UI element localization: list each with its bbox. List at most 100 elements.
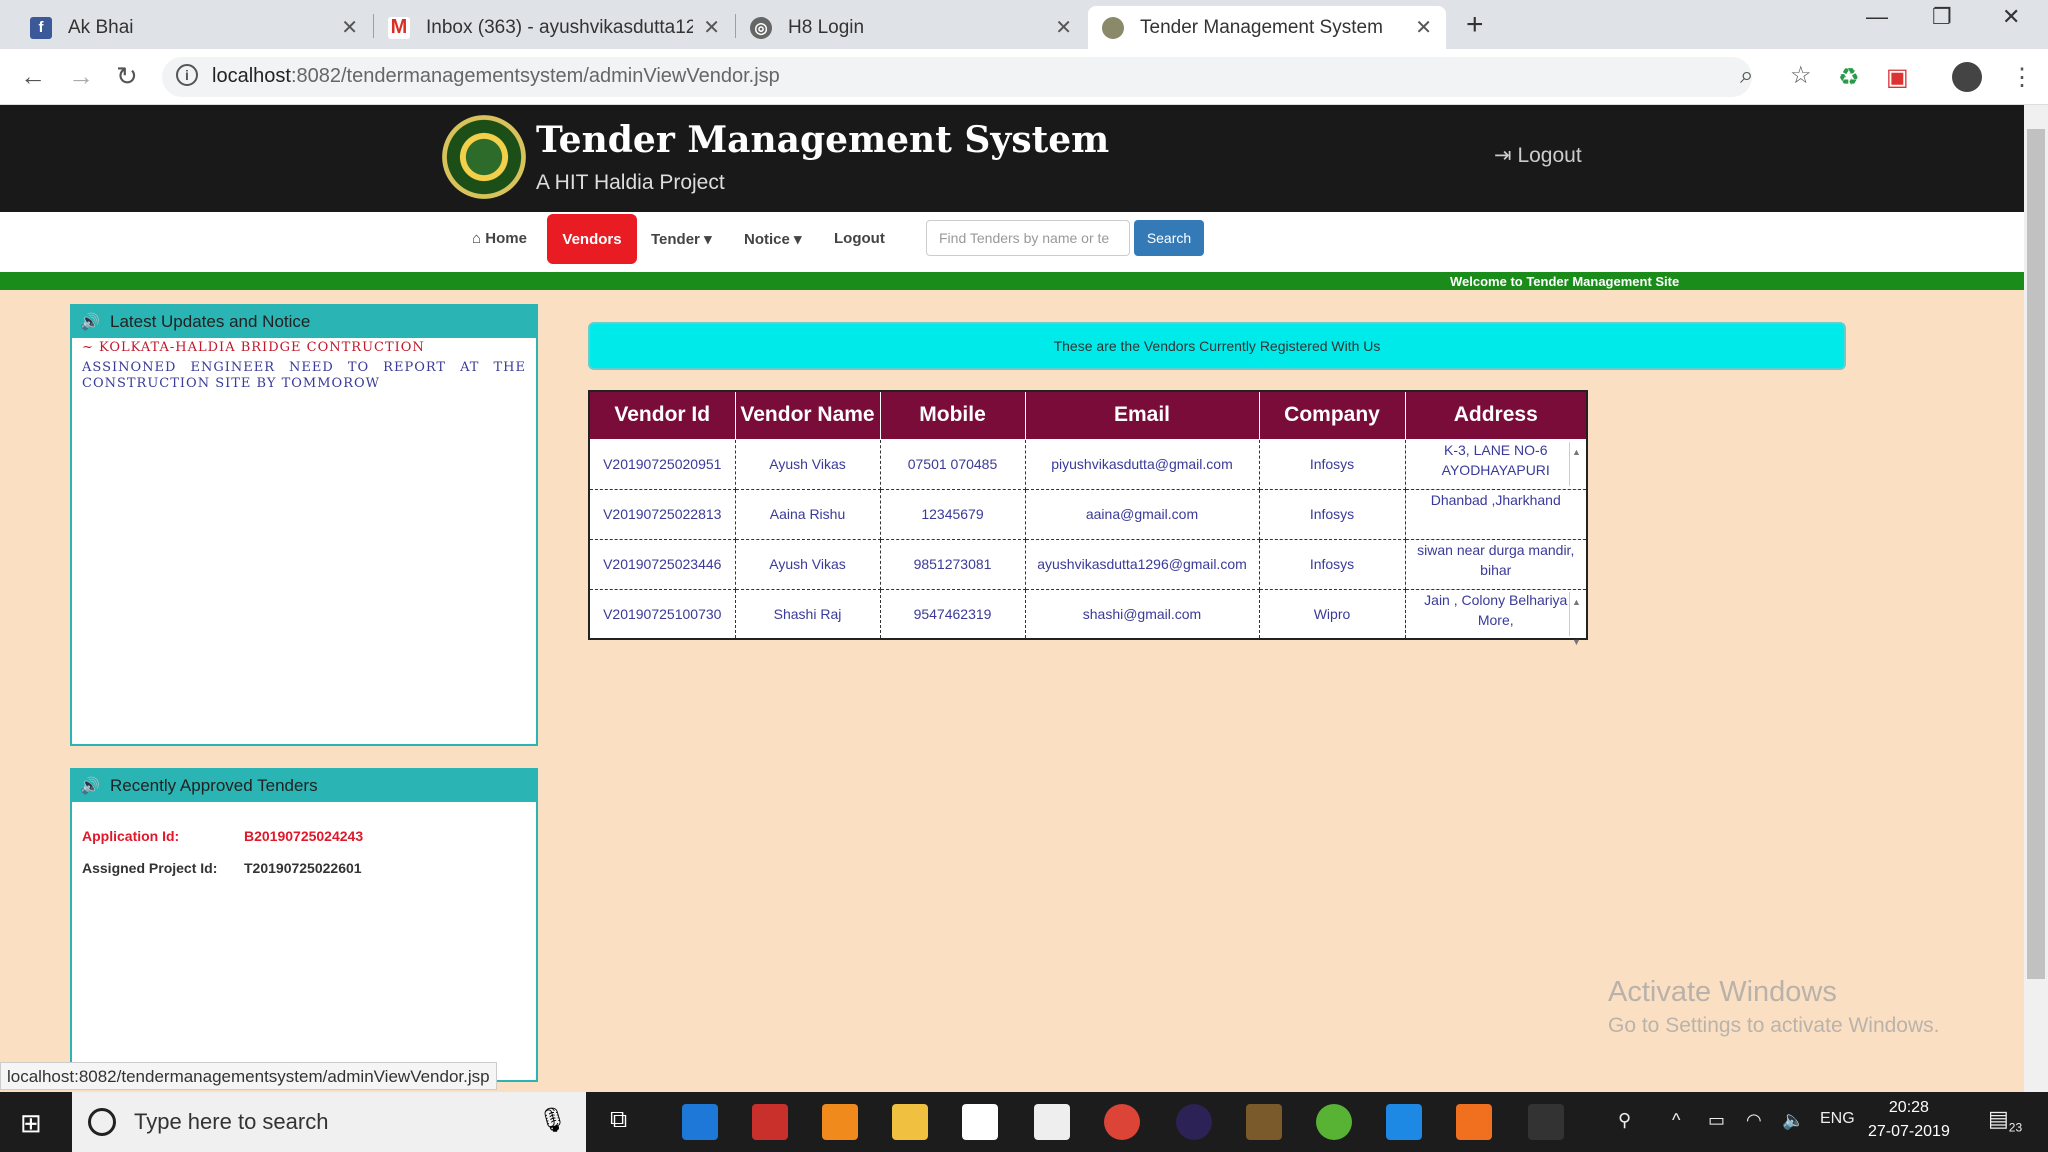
mobile-cell: 12345679 [879,488,1026,540]
email-cell: piyushvikasdutta@gmail.com [1024,438,1260,490]
eclipse-icon[interactable] [1176,1104,1212,1140]
wifi-icon[interactable]: ◠ [1746,1110,1762,1131]
utorrent-icon[interactable] [1316,1104,1352,1140]
search-input[interactable]: Find Tenders by name or te [926,220,1130,256]
extension-video-icon[interactable]: ▣ [1886,63,1909,92]
col-vendor-name: Vendor Name [734,390,881,440]
zoom-icon[interactable]: ⌕ [1740,62,1753,90]
address-bar: ← → ↻ i localhost:8082/tendermanagements… [0,49,2048,105]
app-icon[interactable] [752,1104,788,1140]
address-textarea[interactable]: Dhanbad ,Jharkhand [1404,488,1588,540]
vendor-table: Vendor Id Vendor Name Mobile Email Compa… [588,390,1588,647]
close-icon[interactable]: ✕ [341,15,358,40]
tab-tender-management[interactable]: Tender Management System ✕ [1088,6,1446,49]
file-explorer-icon[interactable] [892,1104,928,1140]
col-mobile: Mobile [879,390,1026,440]
notices-panel: 🔊 Latest Updates and Notice ~ KOLKATA-HAL… [70,304,538,746]
star-icon[interactable]: ☆ [1790,61,1812,90]
taskbar-search-placeholder: Type here to search [134,1109,329,1134]
tab-facebook[interactable]: f Ak Bhai ✕ [16,6,372,49]
nox-icon[interactable] [1528,1104,1564,1140]
store-icon[interactable] [962,1104,998,1140]
approved-header: 🔊 Recently Approved Tenders [72,770,536,802]
vendor-id-cell[interactable]: V20190725022813 [588,488,736,540]
tab-gmail[interactable]: M Inbox (363) - ayushvikasdutta129 ✕ [374,6,734,49]
volume-icon[interactable]: 🔈 [1782,1110,1804,1131]
approved-panel: 🔊 Recently Approved Tenders Application I… [70,768,538,1082]
app-icon[interactable] [1246,1104,1282,1140]
vendors-banner: These are the Vendors Currently Register… [588,322,1846,370]
address-textarea[interactable]: Jain , Colony Belhariya More, ▲ ▼ [1404,588,1588,647]
url-field[interactable]: i localhost:8082/tendermanagementsystem/… [162,57,1812,97]
scrollbar-icon[interactable]: ▲▼ [1569,591,1583,647]
address-textarea[interactable]: K-3, LANE NO-6 AYODHAYAPURI▲▼ [1404,438,1588,497]
notices-header: 🔊 Latest Updates and Notice [72,306,536,338]
col-email: Email [1024,390,1260,440]
app-icon[interactable] [1456,1104,1492,1140]
tab-title: Inbox (363) - ayushvikasdutta129 [426,16,694,38]
battery-icon[interactable]: ▭ [1708,1110,1725,1131]
edge-icon[interactable] [682,1104,718,1140]
menu-icon[interactable]: ⋮ [2010,63,2034,92]
activate-windows-subtitle: Go to Settings to activate Windows. [1608,1014,1940,1037]
info-icon[interactable]: i [176,64,198,86]
window-close-icon[interactable]: ✕ [2002,4,2020,30]
page-scrollbar[interactable] [2024,105,2048,1092]
notice-item[interactable]: ASSINONED ENGINEER NEED TO REPORT AT THE… [72,356,536,396]
microphone-icon[interactable]: 🎙 [538,1106,568,1135]
restore-icon[interactable]: ❐ [1932,4,1952,30]
tray-expand-icon[interactable]: ^ [1672,1110,1680,1131]
header-logout-link[interactable]: ⇥ Logout [1494,143,1582,168]
scrollbar-icon[interactable]: ▲▼ [1569,441,1583,497]
avatar[interactable] [1952,62,1982,92]
task-view-icon[interactable]: ⧉ [610,1106,627,1134]
reload-icon[interactable]: ↻ [116,61,138,92]
windows-start-icon[interactable]: ⊞ [20,1108,42,1139]
clock[interactable]: 20:28 27-07-2019 [1868,1096,1950,1144]
vendor-id-cell[interactable]: V20190725020951 [588,438,736,490]
new-tab-button[interactable]: + [1466,8,1484,42]
vendor-id-cell[interactable]: V20190725023446 [588,538,736,590]
close-icon[interactable]: ✕ [703,15,720,40]
url-text: localhost:8082/tendermanagementsystem/ad… [212,65,780,87]
back-icon[interactable]: ← [20,61,46,92]
close-icon[interactable]: ✕ [1415,15,1432,40]
speaker-icon: 🔊 [80,778,100,795]
search-button[interactable]: Search [1134,220,1204,256]
company-cell: Wipro [1258,588,1406,640]
mail-icon[interactable] [1034,1104,1070,1140]
activate-windows-title: Activate Windows [1608,976,1837,1008]
notice-item[interactable]: ~ KOLKATA-HALDIA BRIDGE CONTRUCTION [72,338,536,356]
forward-icon[interactable]: → [68,61,94,92]
address-textarea[interactable]: siwan near durga mandir, bihar [1404,538,1588,590]
language-indicator[interactable]: ENG [1820,1110,1855,1128]
nav-logout[interactable]: Logout [834,230,885,247]
browser-tabbar: f Ak Bhai ✕ M Inbox (363) - ayushvikasdu… [0,0,2048,49]
sublime-icon[interactable] [822,1104,858,1140]
minimize-icon[interactable]: — [1866,4,1888,30]
close-icon[interactable]: ✕ [1055,15,1072,40]
nav-tender[interactable]: Tender ▾ [651,230,712,248]
mobile-cell: 9547462319 [879,588,1026,640]
chrome-icon[interactable] [1104,1104,1140,1140]
project-id-value: T20190725022601 [244,860,362,876]
app-icon[interactable] [1386,1104,1422,1140]
tab-title: H8 Login [788,16,865,38]
vendor-id-cell[interactable]: V20190725100730 [588,588,736,640]
people-icon[interactable]: ⚲ [1618,1110,1631,1131]
facebook-icon: f [30,16,52,39]
nav-home[interactable]: ⌂ Home [472,230,527,247]
scrollbar-thumb[interactable] [2027,129,2045,979]
col-company: Company [1258,390,1406,440]
nav-vendors[interactable]: Vendors [547,214,637,264]
status-url: localhost:8082/tendermanagementsystem/ad… [0,1062,497,1090]
site-logo [442,115,526,199]
tab-h8-login[interactable]: ◎ H8 Login ✕ [736,6,1086,49]
table-row: V20190725020951 Ayush Vikas 07501 070485… [588,438,1588,497]
home-icon: ⌂ [472,230,486,247]
taskbar-search[interactable]: Type here to search 🎙 [72,1092,586,1152]
notification-icon[interactable]: ▤23 [1988,1106,2022,1134]
email-cell: aaina@gmail.com [1024,488,1260,540]
extension-recycle-icon[interactable]: ♻ [1838,63,1860,92]
nav-notice[interactable]: Notice ▾ [744,230,802,248]
